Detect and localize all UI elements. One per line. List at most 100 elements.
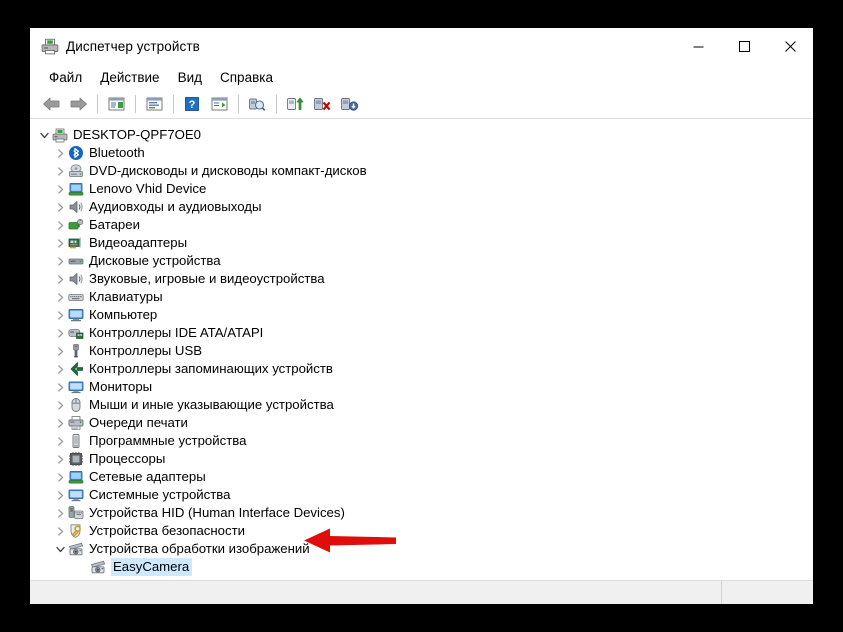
disable-device-button[interactable]	[336, 92, 362, 116]
chevron-right-icon[interactable]	[52, 379, 68, 395]
tree-row-imaging-devices[interactable]: Устройства обработки изображений	[30, 540, 813, 558]
disk-drive-icon	[68, 253, 84, 269]
menu-bar: Файл Действие Вид Справка	[30, 64, 813, 90]
chevron-down-icon[interactable]	[36, 127, 52, 143]
back-button[interactable]	[38, 92, 64, 116]
chevron-right-icon[interactable]	[52, 253, 68, 269]
chevron-right-icon[interactable]	[52, 505, 68, 521]
chevron-right-icon[interactable]	[52, 523, 68, 539]
chevron-right-icon[interactable]	[52, 415, 68, 431]
menu-item-help[interactable]: Справка	[211, 67, 282, 88]
tree-row-processors[interactable]: Процессоры	[30, 450, 813, 468]
tree-label-usb-controllers: Контроллеры USB	[89, 343, 203, 358]
tree-row-disk-drives[interactable]: Дисковые устройства	[30, 252, 813, 270]
show-hide-console-tree-button[interactable]	[103, 92, 129, 116]
tree-label-lenovo-vhid: Lenovo Vhid Device	[89, 181, 207, 196]
tree-row-audio-io[interactable]: Аудиовходы и аудиовыходы	[30, 198, 813, 216]
tree-row-hid-devices[interactable]: Устройства HID (Human Interface Devices)	[30, 504, 813, 522]
tree-row-keyboards[interactable]: Клавиатуры	[30, 288, 813, 306]
chevron-right-icon[interactable]	[52, 235, 68, 251]
security-device-icon	[68, 523, 84, 539]
status-pane-primary	[30, 581, 721, 604]
tree-row-display-adapters[interactable]: Видеоадаптеры	[30, 234, 813, 252]
tree-row-ide-controllers[interactable]: Контроллеры IDE ATA/ATAPI	[30, 324, 813, 342]
ide-controller-icon	[68, 325, 84, 341]
keyboard-icon	[68, 289, 84, 305]
chevron-right-icon[interactable]	[52, 163, 68, 179]
forward-icon	[70, 97, 87, 111]
chevron-right-icon[interactable]	[52, 199, 68, 215]
tree-row-system-devices[interactable]: Системные устройства	[30, 486, 813, 504]
forward-button[interactable]	[65, 92, 91, 116]
device-tree[interactable]: DESKTOP-QPF7OE0 Bluetooth DVD-дисководы …	[30, 119, 813, 580]
properties-icon	[146, 97, 162, 111]
chevron-right-icon[interactable]	[52, 451, 68, 467]
menu-item-action[interactable]: Действие	[91, 67, 168, 88]
tree-row-dvd-drives[interactable]: DVD-дисководы и дисководы компакт-дисков	[30, 162, 813, 180]
maximize-icon	[738, 40, 750, 52]
print-queue-icon	[68, 415, 84, 431]
tree-row-computer[interactable]: Компьютер	[30, 306, 813, 324]
uninstall-device-icon	[314, 98, 331, 111]
close-button[interactable]	[767, 28, 813, 64]
toolbar-separator-4	[238, 95, 239, 113]
chevron-right-icon[interactable]	[52, 289, 68, 305]
minimize-button[interactable]	[675, 28, 721, 64]
tree-label-ide-controllers: Контроллеры IDE ATA/ATAPI	[89, 325, 264, 340]
show-hide-action-pane-button[interactable]	[206, 92, 232, 116]
hid-device-icon	[68, 505, 84, 521]
tree-label-hid-devices: Устройства HID (Human Interface Devices)	[89, 505, 345, 520]
tree-row-usb-controllers[interactable]: Контроллеры USB	[30, 342, 813, 360]
tree-row-bluetooth[interactable]: Bluetooth	[30, 144, 813, 162]
tree-row-sound-video-game[interactable]: Звуковые, игровые и видеоустройства	[30, 270, 813, 288]
update-driver-icon	[287, 97, 304, 110]
tree-label-software-devices: Программные устройства	[89, 433, 247, 448]
menu-item-file[interactable]: Файл	[40, 67, 91, 88]
tree-row-lenovo-vhid[interactable]: Lenovo Vhid Device	[30, 180, 813, 198]
sound-video-game-icon	[68, 271, 84, 287]
toolbar-separator-1	[97, 95, 98, 113]
chevron-right-icon[interactable]	[52, 343, 68, 359]
chevron-right-icon[interactable]	[52, 397, 68, 413]
chevron-right-icon[interactable]	[52, 307, 68, 323]
chevron-right-icon[interactable]	[52, 469, 68, 485]
chevron-right-icon[interactable]	[52, 487, 68, 503]
tree-row-security-devices[interactable]: Устройства безопасности	[30, 522, 813, 540]
processor-icon	[68, 451, 84, 467]
tree-row-easycamera[interactable]: EasyCamera	[30, 558, 813, 576]
tree-row-root[interactable]: DESKTOP-QPF7OE0	[30, 126, 813, 144]
tree-row-storage-controllers[interactable]: Контроллеры запоминающих устройств	[30, 360, 813, 378]
chevron-right-icon[interactable]	[52, 325, 68, 341]
tree-label-print-queues: Очереди печати	[89, 415, 188, 430]
lenovo-device-icon	[68, 181, 84, 197]
menu-item-view[interactable]: Вид	[169, 67, 211, 88]
chevron-right-icon[interactable]	[52, 181, 68, 197]
tree-row-batteries[interactable]: Батареи	[30, 216, 813, 234]
uninstall-device-button[interactable]	[309, 92, 335, 116]
chevron-right-icon[interactable]	[52, 271, 68, 287]
chevron-right-icon[interactable]	[52, 217, 68, 233]
chevron-down-icon[interactable]	[52, 541, 68, 557]
tree-label-processors: Процессоры	[89, 451, 166, 466]
chevron-right-icon[interactable]	[52, 433, 68, 449]
toolbar-separator-2	[135, 95, 136, 113]
update-driver-button[interactable]	[282, 92, 308, 116]
tree-row-software-devices[interactable]: Программные устройства	[30, 432, 813, 450]
camera-icon	[90, 559, 106, 575]
chevron-right-icon[interactable]	[52, 361, 68, 377]
tree-row-mice[interactable]: Мыши и иные указывающие устройства	[30, 396, 813, 414]
tree-row-print-queues[interactable]: Очереди печати	[30, 414, 813, 432]
tree-row-network-adapters[interactable]: Сетевые адаптеры	[30, 468, 813, 486]
chevron-right-icon[interactable]	[52, 145, 68, 161]
help-button[interactable]: ?	[179, 92, 205, 116]
tree-label-network-adapters: Сетевые адаптеры	[89, 469, 206, 484]
close-icon	[784, 40, 796, 52]
tree-row-monitors[interactable]: Мониторы	[30, 378, 813, 396]
properties-button[interactable]	[141, 92, 167, 116]
network-adapter-icon	[68, 469, 84, 485]
tree-label-easycamera: EasyCamera	[111, 558, 193, 576]
window-title: Диспетчер устройств	[66, 38, 200, 54]
maximize-button[interactable]	[721, 28, 767, 64]
scan-for-hardware-changes-button[interactable]	[244, 92, 270, 116]
battery-icon	[68, 217, 84, 233]
